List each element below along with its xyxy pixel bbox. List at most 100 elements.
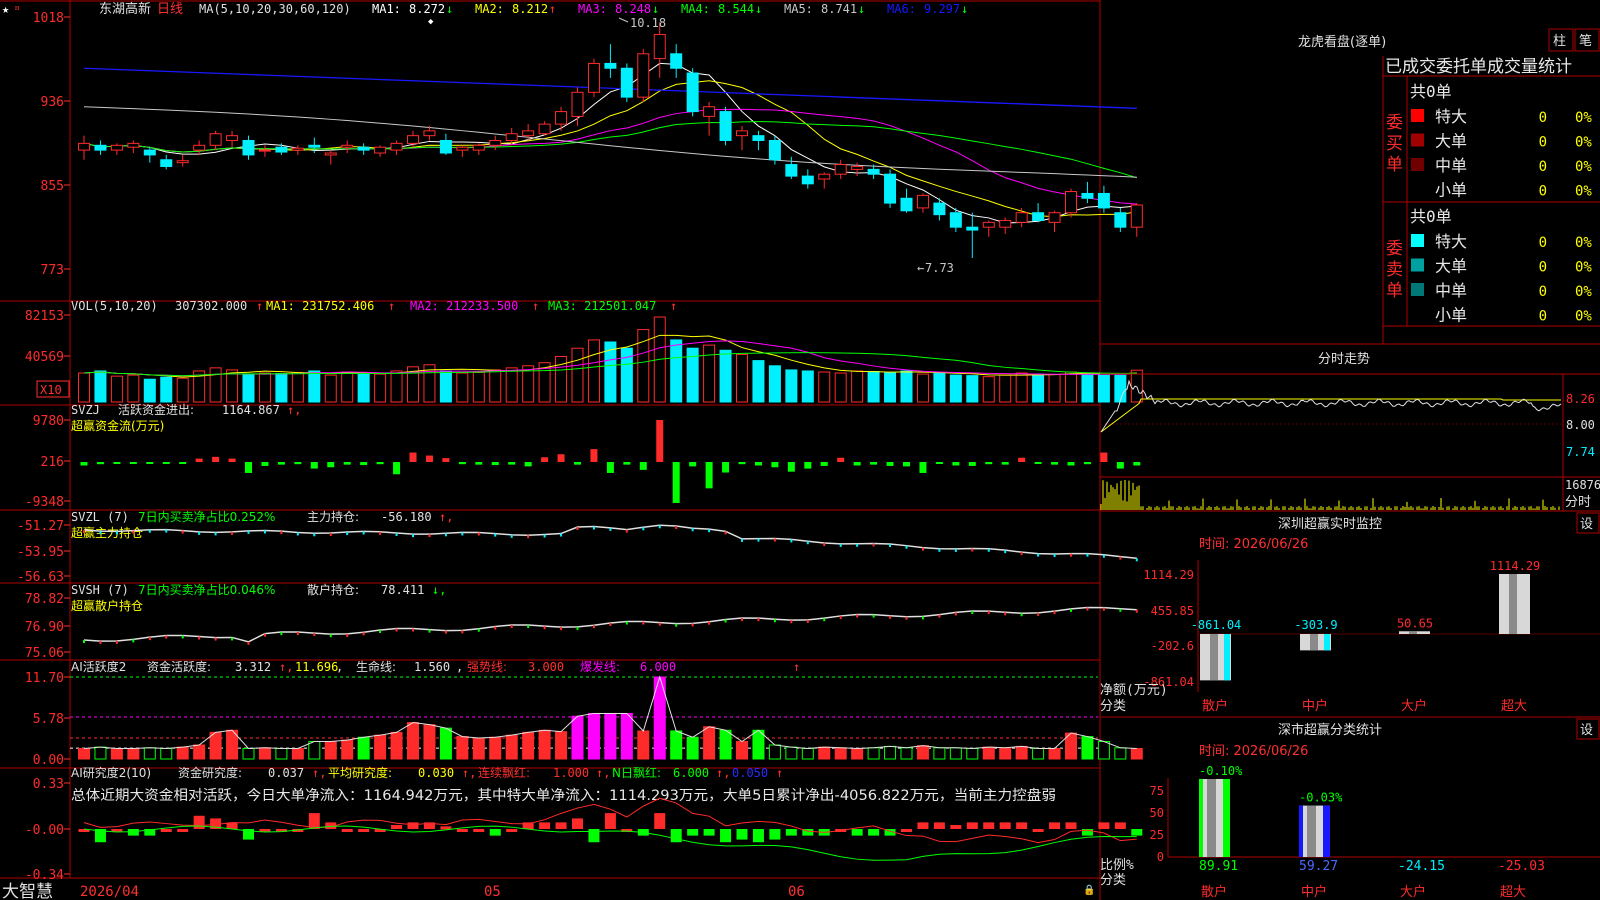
lock-icon[interactable]: 🔒 <box>1083 884 1095 896</box>
monitor-date: 时间: 2026/06/26 <box>1199 537 1308 552</box>
candle-body[interactable] <box>768 139 781 161</box>
candle-body[interactable] <box>999 219 1012 228</box>
candle-body[interactable] <box>785 164 798 177</box>
volume-bar <box>587 339 600 403</box>
candle-body[interactable] <box>226 135 239 141</box>
period-label[interactable]: 日线 <box>157 2 183 17</box>
candle-body[interactable] <box>736 130 748 137</box>
up-arrow-icon: ↑, <box>287 403 301 417</box>
candle-body[interactable] <box>308 144 321 148</box>
candle-body[interactable] <box>933 202 946 216</box>
candle-body[interactable] <box>489 139 502 146</box>
candle-body[interactable] <box>851 165 864 170</box>
activity-bar <box>949 747 962 760</box>
candle-body[interactable] <box>407 135 419 144</box>
candle-body[interactable] <box>472 144 485 151</box>
monitor-ylabel: 净额(万元) <box>1100 683 1168 698</box>
candle-body[interactable] <box>1065 191 1077 214</box>
candle-body[interactable] <box>1048 212 1061 223</box>
candle-body[interactable] <box>637 53 650 98</box>
candle-body[interactable] <box>719 111 732 141</box>
candle-body[interactable] <box>176 160 189 164</box>
candle-body[interactable] <box>884 173 897 204</box>
brand-logo[interactable]: 大智慧 <box>2 882 53 900</box>
candle-body[interactable] <box>1032 212 1045 221</box>
candle-body[interactable] <box>456 146 469 151</box>
flow-bar <box>903 462 910 467</box>
candlesticks[interactable] <box>78 22 1143 258</box>
candle-body[interactable] <box>670 53 683 69</box>
candle-body[interactable] <box>571 91 584 117</box>
stock-terminal: ★ ¤ 东湖高新 日线 MA(5,10,20,30,60,120) MA1: 8.… <box>0 0 1600 900</box>
candle-body[interactable] <box>818 173 831 180</box>
candle-body[interactable] <box>949 212 962 228</box>
candle-body[interactable] <box>686 72 699 113</box>
candle-body[interactable] <box>324 152 337 156</box>
activity-bar <box>258 747 271 760</box>
candle-body[interactable] <box>1081 192 1094 199</box>
candle-body[interactable] <box>752 135 765 141</box>
volume-bar <box>933 372 946 403</box>
buy-swatch <box>1411 133 1424 147</box>
research-green-line <box>83 825 1137 861</box>
ma-label-5: MA5: <box>784 2 813 16</box>
stock-name[interactable]: 东湖高新 <box>99 1 151 17</box>
candle-body[interactable] <box>834 164 847 175</box>
candle-body[interactable] <box>374 146 387 154</box>
intraday-tick: 7.74 <box>1566 445 1595 459</box>
candle-body[interactable] <box>341 144 354 148</box>
candle-body[interactable] <box>1097 192 1110 209</box>
flow-bar <box>804 462 812 469</box>
candle-body[interactable] <box>703 106 716 117</box>
candle-body[interactable] <box>94 144 107 151</box>
candle-body[interactable] <box>258 149 271 152</box>
candle-body[interactable] <box>867 168 880 175</box>
activity-bar <box>604 712 617 760</box>
candle-body[interactable] <box>110 144 123 151</box>
candle-body[interactable] <box>801 175 814 185</box>
candle-body[interactable] <box>1114 212 1127 228</box>
candle-body[interactable] <box>555 111 568 125</box>
candle-body[interactable] <box>653 34 666 60</box>
candle-body[interactable] <box>966 226 979 231</box>
svsh-line <box>83 606 1138 645</box>
candle-body[interactable] <box>160 159 173 167</box>
candle-body[interactable] <box>193 144 206 151</box>
candle-body[interactable] <box>916 194 929 209</box>
flow-bar <box>639 462 647 470</box>
candle-body[interactable] <box>900 197 913 212</box>
candle-body[interactable] <box>209 133 222 146</box>
svzl-desc: 7日内买卖净占比0.252% <box>138 509 275 524</box>
candle-body[interactable] <box>587 62 600 93</box>
candle-body[interactable] <box>1130 204 1143 228</box>
star-icon[interactable]: ★ <box>2 2 9 16</box>
candle-body[interactable] <box>291 147 304 151</box>
axis-tick-label: 9780 <box>33 414 64 429</box>
research-bar <box>901 829 912 832</box>
research-bar <box>1016 822 1028 829</box>
candle-body[interactable] <box>1015 212 1028 223</box>
candle-body[interactable] <box>242 139 255 156</box>
candle-body[interactable] <box>620 67 633 98</box>
candle-body[interactable] <box>982 221 995 228</box>
candle-body[interactable] <box>505 133 518 141</box>
svzj-label: 活跃资金进出: <box>118 402 194 417</box>
ai1-value1: 3.312 <box>235 660 271 674</box>
activity-bar <box>768 744 781 760</box>
candle-body[interactable] <box>423 130 436 137</box>
candle-body[interactable] <box>390 142 403 151</box>
candle-body[interactable] <box>604 62 617 69</box>
candle-body[interactable] <box>522 130 535 137</box>
activity-bar <box>900 747 913 760</box>
candle-body[interactable] <box>143 149 156 156</box>
candle-body[interactable] <box>127 142 140 148</box>
candle-body[interactable] <box>78 142 90 151</box>
flow-bar <box>738 462 746 465</box>
candle-body[interactable] <box>538 123 551 135</box>
activity-bar <box>538 729 551 760</box>
volume-bar <box>1065 371 1077 403</box>
sell-total: 共0单 <box>1410 207 1452 226</box>
candle-body[interactable] <box>275 146 288 153</box>
candle-body[interactable] <box>357 146 370 151</box>
candle-body[interactable] <box>439 139 452 154</box>
